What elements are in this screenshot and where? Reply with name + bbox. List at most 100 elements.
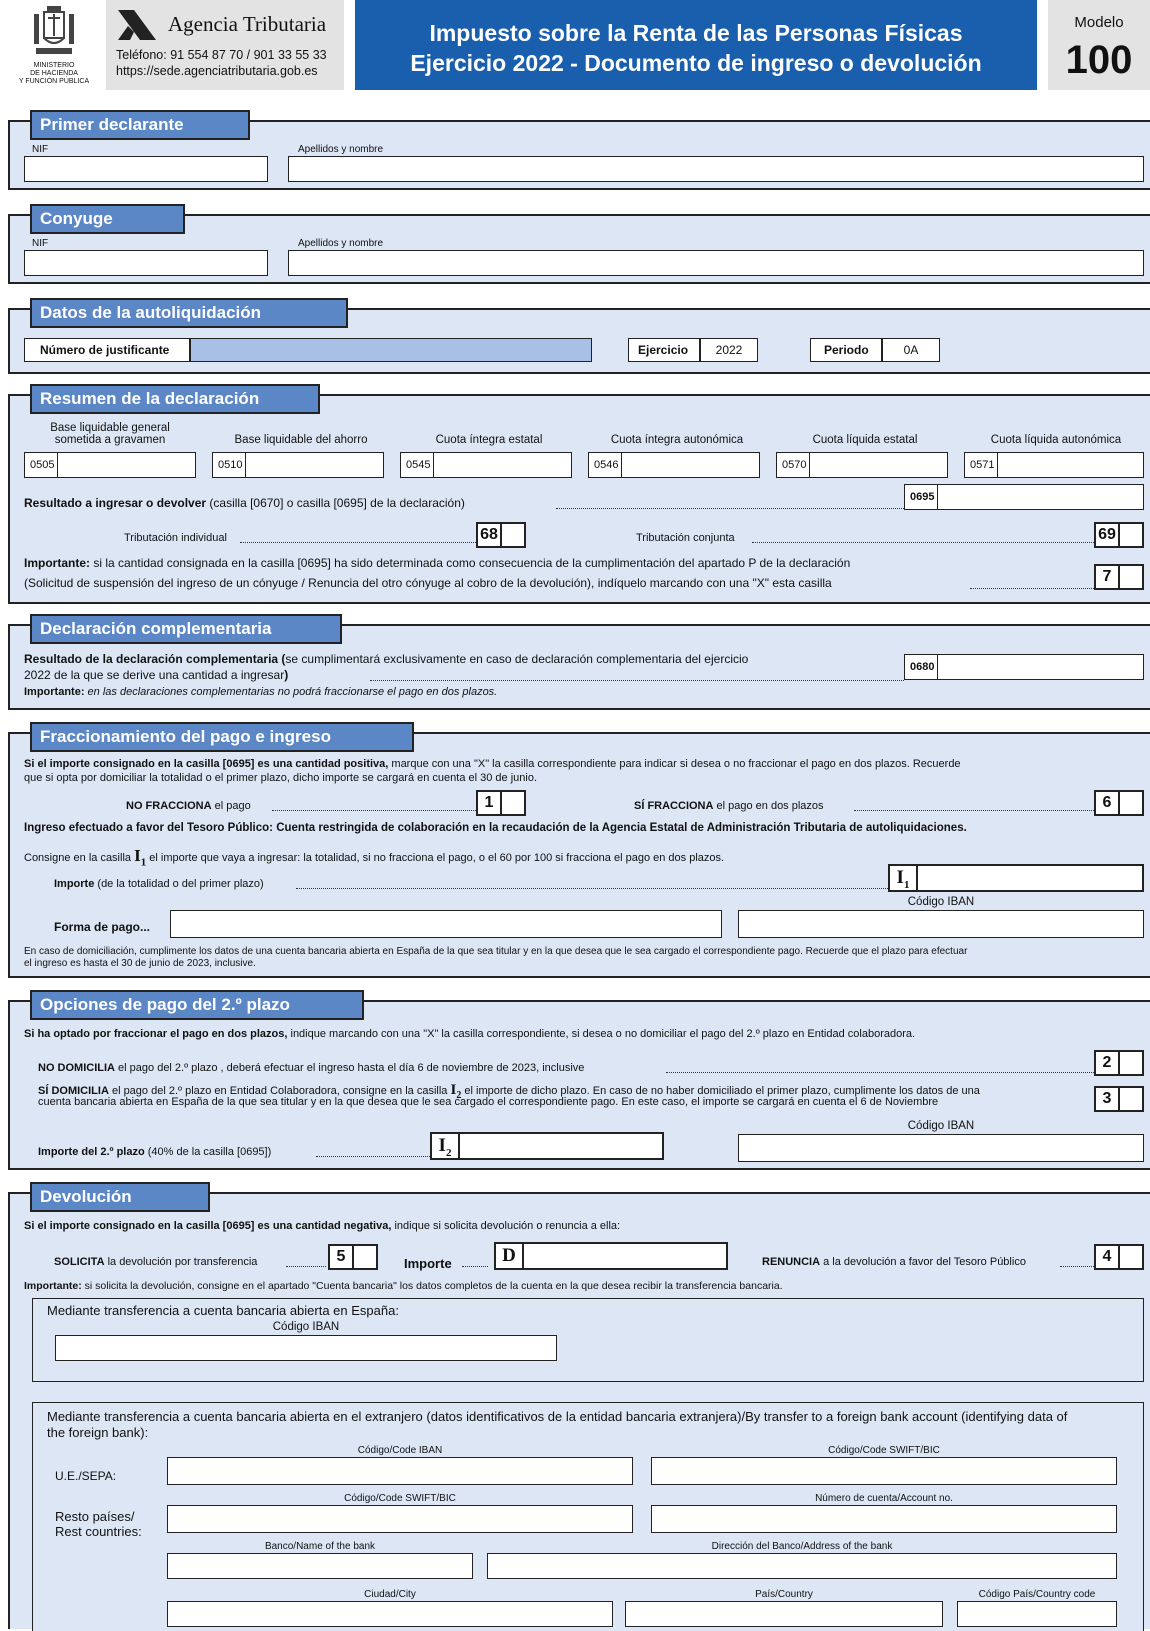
forma-pago-field[interactable] — [170, 910, 722, 938]
importante-rest: si la cantidad consignada en la casilla … — [90, 556, 851, 570]
dots — [752, 542, 1094, 543]
periodo-text: 0A — [903, 343, 919, 357]
field-0570[interactable]: 0570 — [776, 452, 948, 478]
justificante-field[interactable] — [190, 338, 592, 362]
checkbox-1[interactable]: 1 — [476, 790, 526, 816]
agency-block: Agencia Tributaria Teléfono: 91 554 87 7… — [106, 0, 344, 90]
field-0545[interactable]: 0545 — [400, 452, 572, 478]
dots — [666, 1072, 1094, 1073]
periodo-label: Periodo — [824, 343, 869, 357]
nif-field[interactable] — [24, 250, 268, 276]
resto-account-field[interactable] — [651, 1505, 1117, 1533]
ue-swift-field[interactable] — [651, 1457, 1117, 1485]
field-0505[interactable]: 0505 — [24, 452, 196, 478]
i2-letter: I — [438, 1135, 446, 1156]
consigne-post: el importe que vaya a ingresar: la total… — [146, 852, 725, 864]
renuncia-bold: RENUNCIA — [762, 1256, 821, 1268]
checkbox-2[interactable]: 2 — [1094, 1050, 1144, 1076]
renuncia-label: RENUNCIA a la devolución a favor del Tes… — [762, 1256, 1026, 1268]
country-code-field[interactable] — [957, 1601, 1117, 1627]
checkbox-3[interactable]: 3 — [1094, 1086, 1144, 1112]
nif-label: NIF — [32, 144, 49, 155]
checkbox-number: 7 — [1096, 566, 1120, 588]
bank-name-field[interactable] — [167, 1553, 473, 1579]
iban-field[interactable] — [738, 910, 1144, 938]
importe-bold: Importe — [54, 878, 95, 890]
periodo-value: 0A — [882, 338, 940, 362]
coat-of-arms-icon — [34, 6, 74, 54]
checkbox-69[interactable]: 69 — [1094, 522, 1144, 548]
modelo-block: Modelo 100 — [1048, 0, 1150, 90]
field-0546[interactable]: 0546 — [588, 452, 760, 478]
dots — [240, 542, 478, 543]
bank-address-field[interactable] — [487, 1553, 1117, 1579]
agency-website[interactable]: https://sede.agenciatributaria.gob.es — [116, 64, 318, 78]
importe-i1-field[interactable]: I1 — [888, 864, 1144, 892]
field-0695[interactable]: 0695 — [904, 484, 1144, 510]
importante-bold: Importante: — [24, 556, 90, 570]
field-0680[interactable]: 0680 — [904, 654, 1144, 680]
importante-rest: en las declaraciones complementarias no … — [84, 686, 498, 698]
resumen-label-0546: Cuota íntegra autonómica — [610, 434, 744, 446]
importe-label: Importe (de la totalidad o del primer pl… — [54, 878, 264, 890]
nif-field[interactable] — [24, 156, 268, 182]
extranjero-line-1: Mediante transferencia a cuenta bancaria… — [47, 1409, 1068, 1424]
importe-d-field[interactable]: D — [494, 1242, 728, 1270]
checkbox-68[interactable]: 68 — [476, 522, 526, 548]
ministry-line-1: MINISTERIO — [33, 62, 75, 69]
ue-label: U.E./SEPA: — [55, 1469, 117, 1483]
dots — [556, 508, 904, 509]
code-label: 0545 — [403, 453, 435, 477]
checkbox-number: 6 — [1096, 792, 1120, 814]
checkbox-number: 5 — [330, 1246, 354, 1268]
field-0571[interactable]: 0571 — [964, 452, 1144, 478]
intro-rest: marque con una "X" la casilla correspond… — [388, 758, 961, 770]
name-field[interactable] — [288, 156, 1144, 182]
city-field[interactable] — [167, 1601, 613, 1627]
i2-sub: 2 — [445, 1146, 452, 1159]
name-field[interactable] — [288, 250, 1144, 276]
renuncia-rest: a la devolución a favor del Tesoro Públi… — [820, 1256, 1026, 1268]
importe-rest: (de la totalidad o del primer plazo) — [94, 878, 264, 890]
ejercicio-label: Ejercicio — [638, 343, 689, 357]
dots — [272, 810, 478, 811]
intro-bold: Si ha optado por fraccionar el pago en d… — [24, 1028, 288, 1040]
checkbox-7[interactable]: 7 — [1094, 564, 1144, 590]
checkbox-6[interactable]: 6 — [1094, 790, 1144, 816]
section-title: Declaración complementaria — [30, 614, 342, 644]
form-title-line-1: Impuesto sobre la Renta de las Personas … — [429, 20, 963, 46]
checkbox-5[interactable]: 5 — [328, 1244, 378, 1270]
ejercicio-text: 2022 — [715, 343, 743, 357]
dots — [854, 810, 1094, 811]
importe-i2-field[interactable]: I2 — [430, 1132, 664, 1160]
ue-iban-field[interactable] — [167, 1457, 633, 1485]
i2-box-symbol: I2 — [432, 1134, 460, 1159]
ingreso-line: Ingreso efectuado a favor del Tesoro Púb… — [24, 822, 967, 834]
resto-swift-field[interactable] — [167, 1505, 633, 1533]
iban-field[interactable] — [738, 1134, 1144, 1162]
section-autoliquidacion: Datos de la autoliquidación Número de ju… — [8, 298, 1150, 374]
country-code-label: Código País/Country code — [978, 1589, 1096, 1600]
section-title: Opciones de pago del 2.º plazo — [30, 990, 364, 1020]
label-line: Base liquidable general — [50, 422, 170, 434]
section-complementaria: Declaración complementaria Resultado de … — [8, 614, 1150, 710]
section-title: Fraccionamiento del pago e ingreso — [30, 722, 414, 752]
importe-bold: Importe del 2.º plazo — [38, 1146, 145, 1158]
section-title: Resumen de la declaración — [30, 384, 320, 414]
complementaria-rest: se cumplimentará exclusivamente en caso … — [285, 652, 749, 666]
domiciliacion-line-1: En caso de domiciliación, cumplimente lo… — [24, 946, 968, 957]
espana-iban-field[interactable] — [55, 1335, 557, 1361]
section-title: Datos de la autoliquidación — [30, 298, 348, 328]
fraccionamiento-intro-1: Si el importe consignado en la casilla [… — [24, 758, 961, 770]
section-fraccionamiento: Fraccionamiento del pago e ingreso Si el… — [8, 722, 1150, 978]
intro-bold: Si el importe consignado en la casilla [… — [24, 1220, 392, 1232]
checkbox-number: 1 — [478, 792, 502, 814]
iban-label: Código IBAN — [907, 1120, 975, 1132]
field-0510[interactable]: 0510 — [212, 452, 384, 478]
d-box-symbol: D — [496, 1244, 524, 1268]
checkbox-4[interactable]: 4 — [1094, 1244, 1144, 1270]
country-field[interactable] — [625, 1601, 943, 1627]
no-domicilia-label: NO DOMICILIA el pago del 2.º plazo , deb… — [38, 1062, 584, 1074]
checkbox-number: 2 — [1096, 1052, 1120, 1074]
extranjero-line-2: the foreign bank): — [47, 1425, 149, 1440]
